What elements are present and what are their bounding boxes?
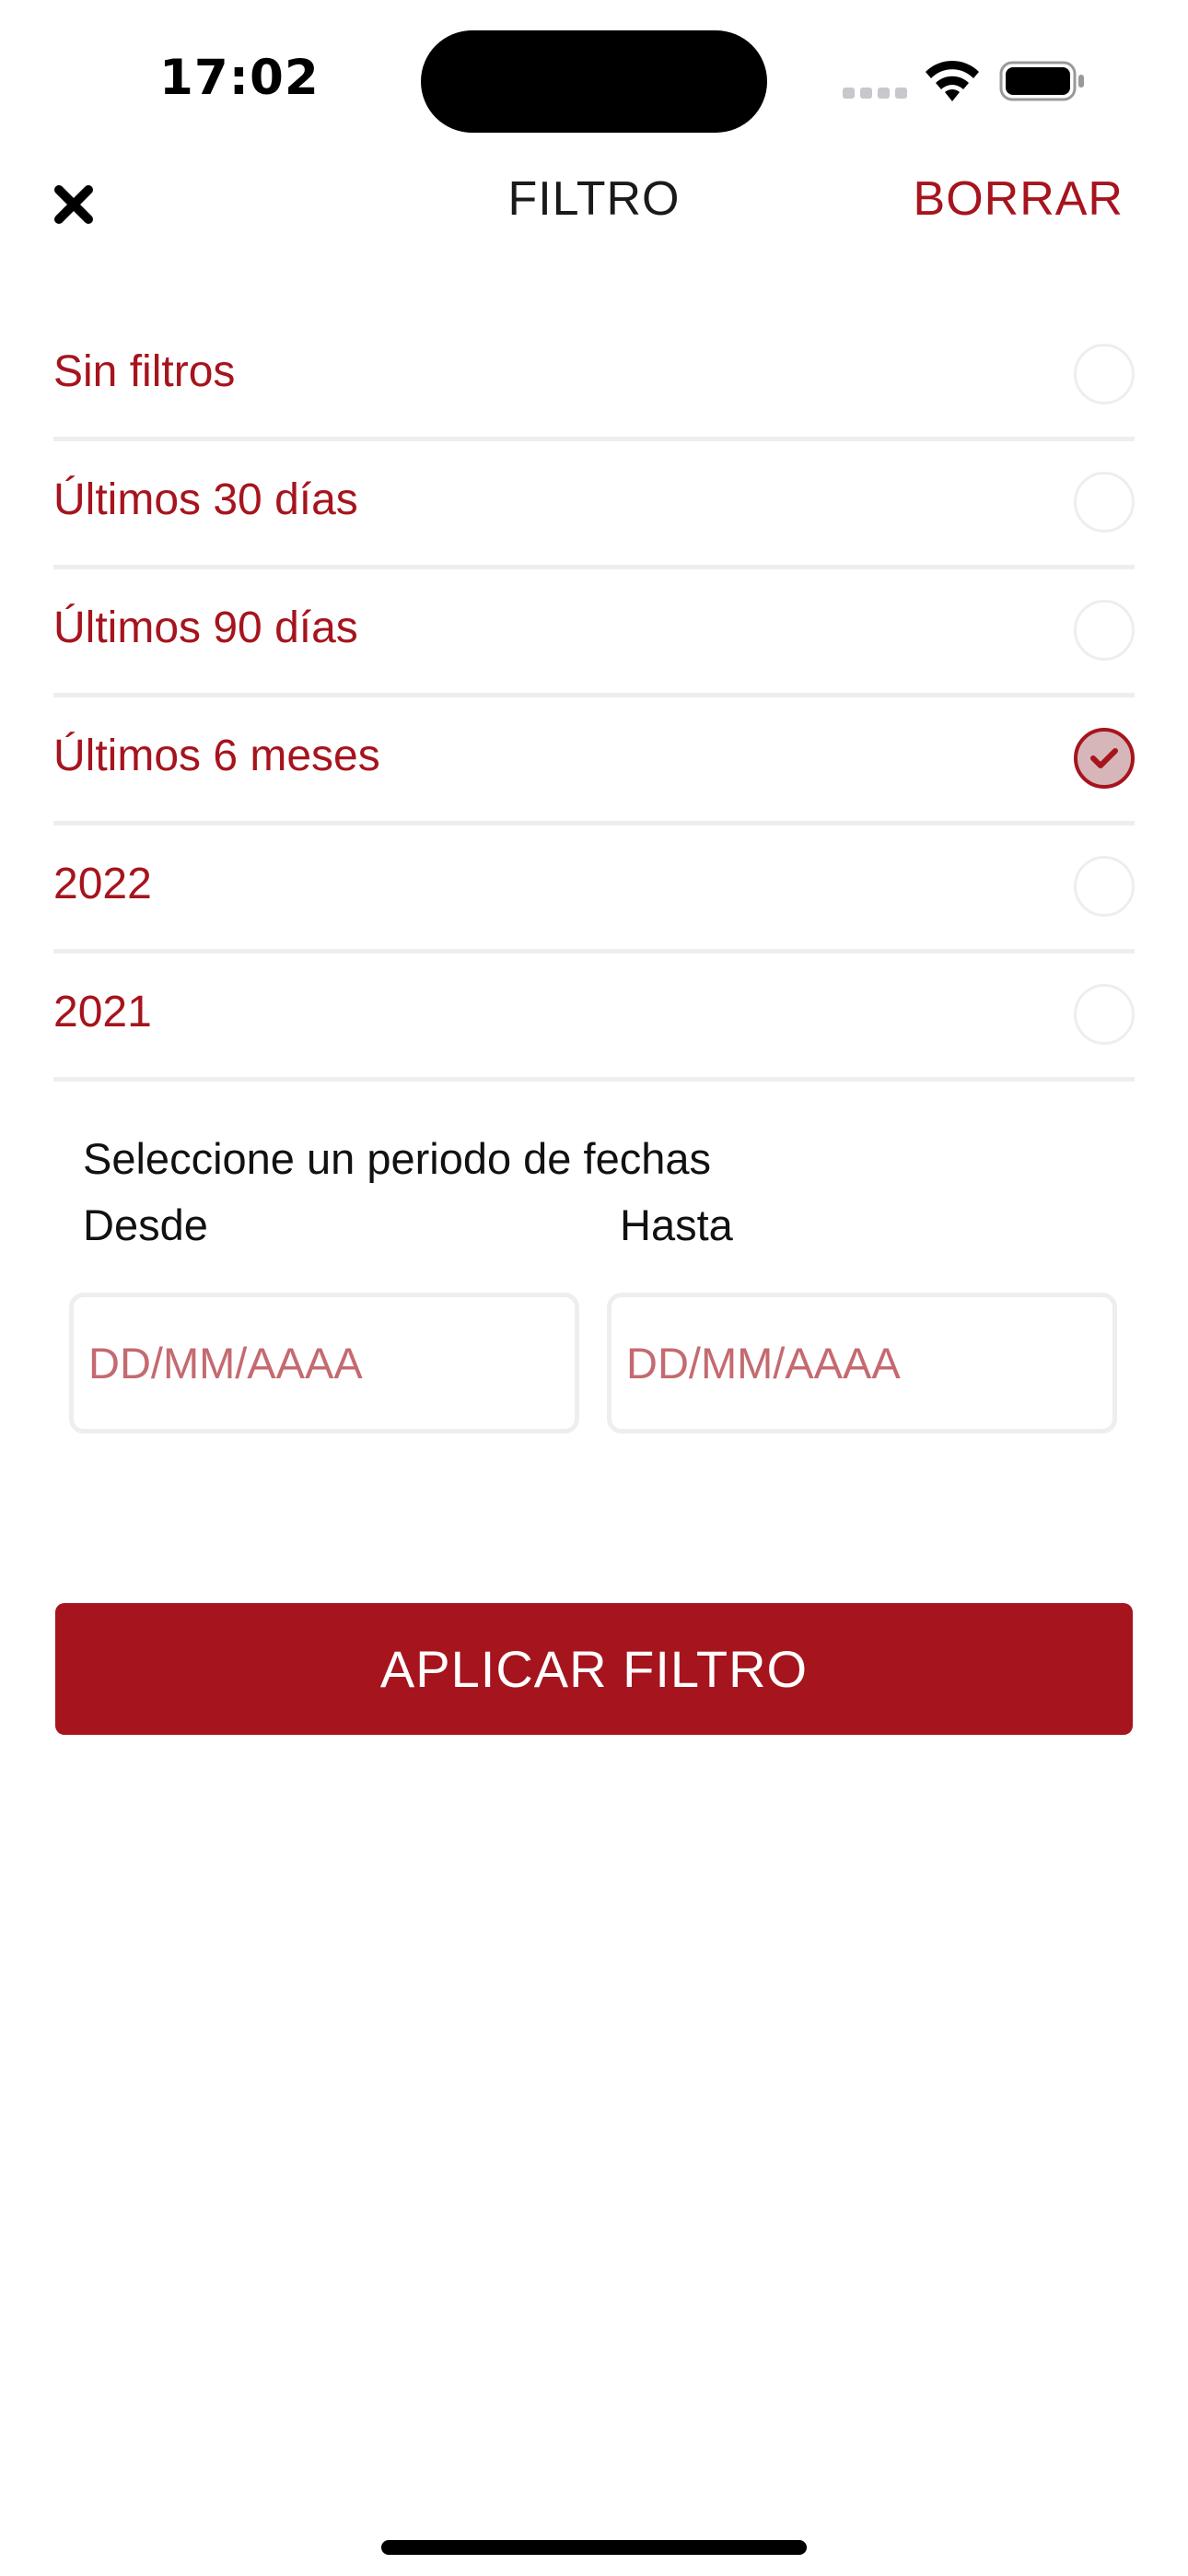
- date-to-label: Hasta: [620, 1200, 733, 1249]
- filter-option-label: Sin filtros: [53, 347, 236, 396]
- filter-option-ultimos-30-dias[interactable]: Últimos 30 días: [53, 441, 1135, 569]
- clear-button[interactable]: BORRAR: [914, 171, 1124, 227]
- apply-filter-button[interactable]: APLICAR FILTRO: [55, 1603, 1133, 1735]
- filter-option-label: Últimos 30 días: [53, 475, 358, 524]
- radio-button[interactable]: [1074, 984, 1135, 1045]
- date-from-label: Desde: [83, 1200, 208, 1249]
- filter-option-2021[interactable]: 2021: [53, 954, 1135, 1082]
- cellular-signal-icon: [843, 88, 907, 99]
- home-indicator: [381, 2540, 807, 2555]
- radio-button-selected[interactable]: [1074, 728, 1135, 789]
- radio-button[interactable]: [1074, 856, 1135, 917]
- date-from-input[interactable]: [69, 1293, 579, 1434]
- filter-option-label: Últimos 90 días: [53, 603, 358, 652]
- filter-option-label: 2021: [53, 988, 152, 1036]
- filter-option-label: 2022: [53, 860, 152, 908]
- date-to-input[interactable]: [607, 1293, 1117, 1434]
- radio-button[interactable]: [1074, 344, 1135, 404]
- filter-option-ultimos-6-meses[interactable]: Últimos 6 meses: [53, 697, 1135, 825]
- filter-options-list: Sin filtros Últimos 30 días Últimos 90 d…: [53, 313, 1135, 1082]
- filter-option-label: Últimos 6 meses: [53, 732, 380, 780]
- radio-button[interactable]: [1074, 600, 1135, 661]
- radio-button[interactable]: [1074, 472, 1135, 533]
- status-time: 17:02: [159, 50, 320, 106]
- date-range-prompt: Seleccione un periodo de fechas: [83, 1134, 711, 1183]
- wifi-icon: [926, 60, 979, 101]
- filter-option-2022[interactable]: 2022: [53, 825, 1135, 954]
- filter-option-sin-filtros[interactable]: Sin filtros: [53, 313, 1135, 441]
- dynamic-island: [421, 30, 767, 133]
- filter-header: FILTRO BORRAR: [0, 157, 1188, 258]
- battery-icon: [999, 61, 1084, 101]
- filter-option-ultimos-90-dias[interactable]: Últimos 90 días: [53, 569, 1135, 697]
- checkmark-icon: [1090, 748, 1118, 768]
- status-bar: 17:02: [0, 0, 1188, 157]
